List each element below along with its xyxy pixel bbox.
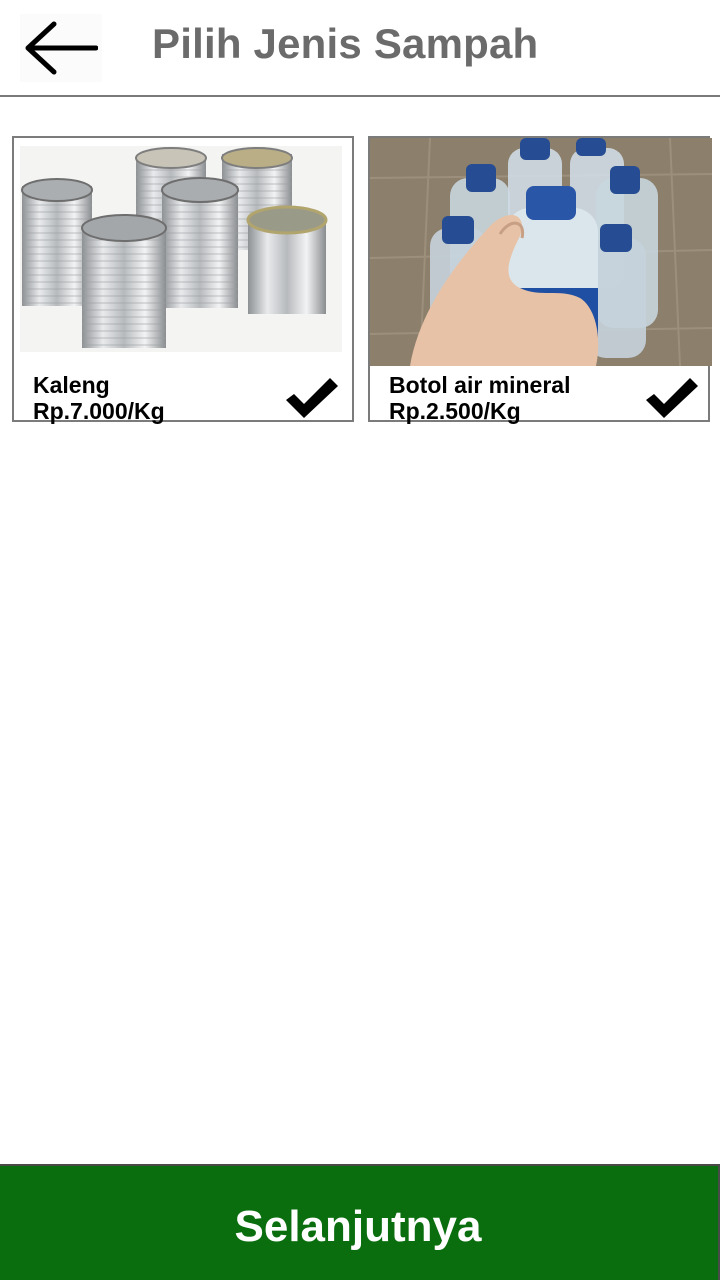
checkmark-icon: [286, 378, 338, 418]
app-header: Pilih Jenis Sampah: [0, 0, 720, 97]
screen: Pilih Jenis Sampah Kaleng Rp.7.000/Kg Bo…: [0, 0, 720, 1280]
page-title: Pilih Jenis Sampah: [152, 20, 539, 67]
checkmark-icon: [646, 378, 698, 418]
waste-card-botol[interactable]: Botol air mineral Rp.2.500/Kg: [368, 136, 712, 424]
item-price: Rp.7.000/Kg: [33, 398, 165, 424]
back-button[interactable]: [20, 14, 102, 82]
item-name: Botol air mineral: [389, 372, 571, 398]
waste-card-kaleng[interactable]: Kaleng Rp.7.000/Kg: [12, 136, 354, 424]
next-button[interactable]: Selanjutnya: [0, 1164, 720, 1280]
item-name: Kaleng: [33, 372, 110, 398]
water-bottles-photo: [370, 138, 712, 366]
tin-cans-photo: [20, 146, 342, 352]
next-button-label: Selanjutnya: [234, 1202, 482, 1251]
arrow-left-icon: [25, 21, 98, 75]
item-price: Rp.2.500/Kg: [389, 398, 521, 424]
